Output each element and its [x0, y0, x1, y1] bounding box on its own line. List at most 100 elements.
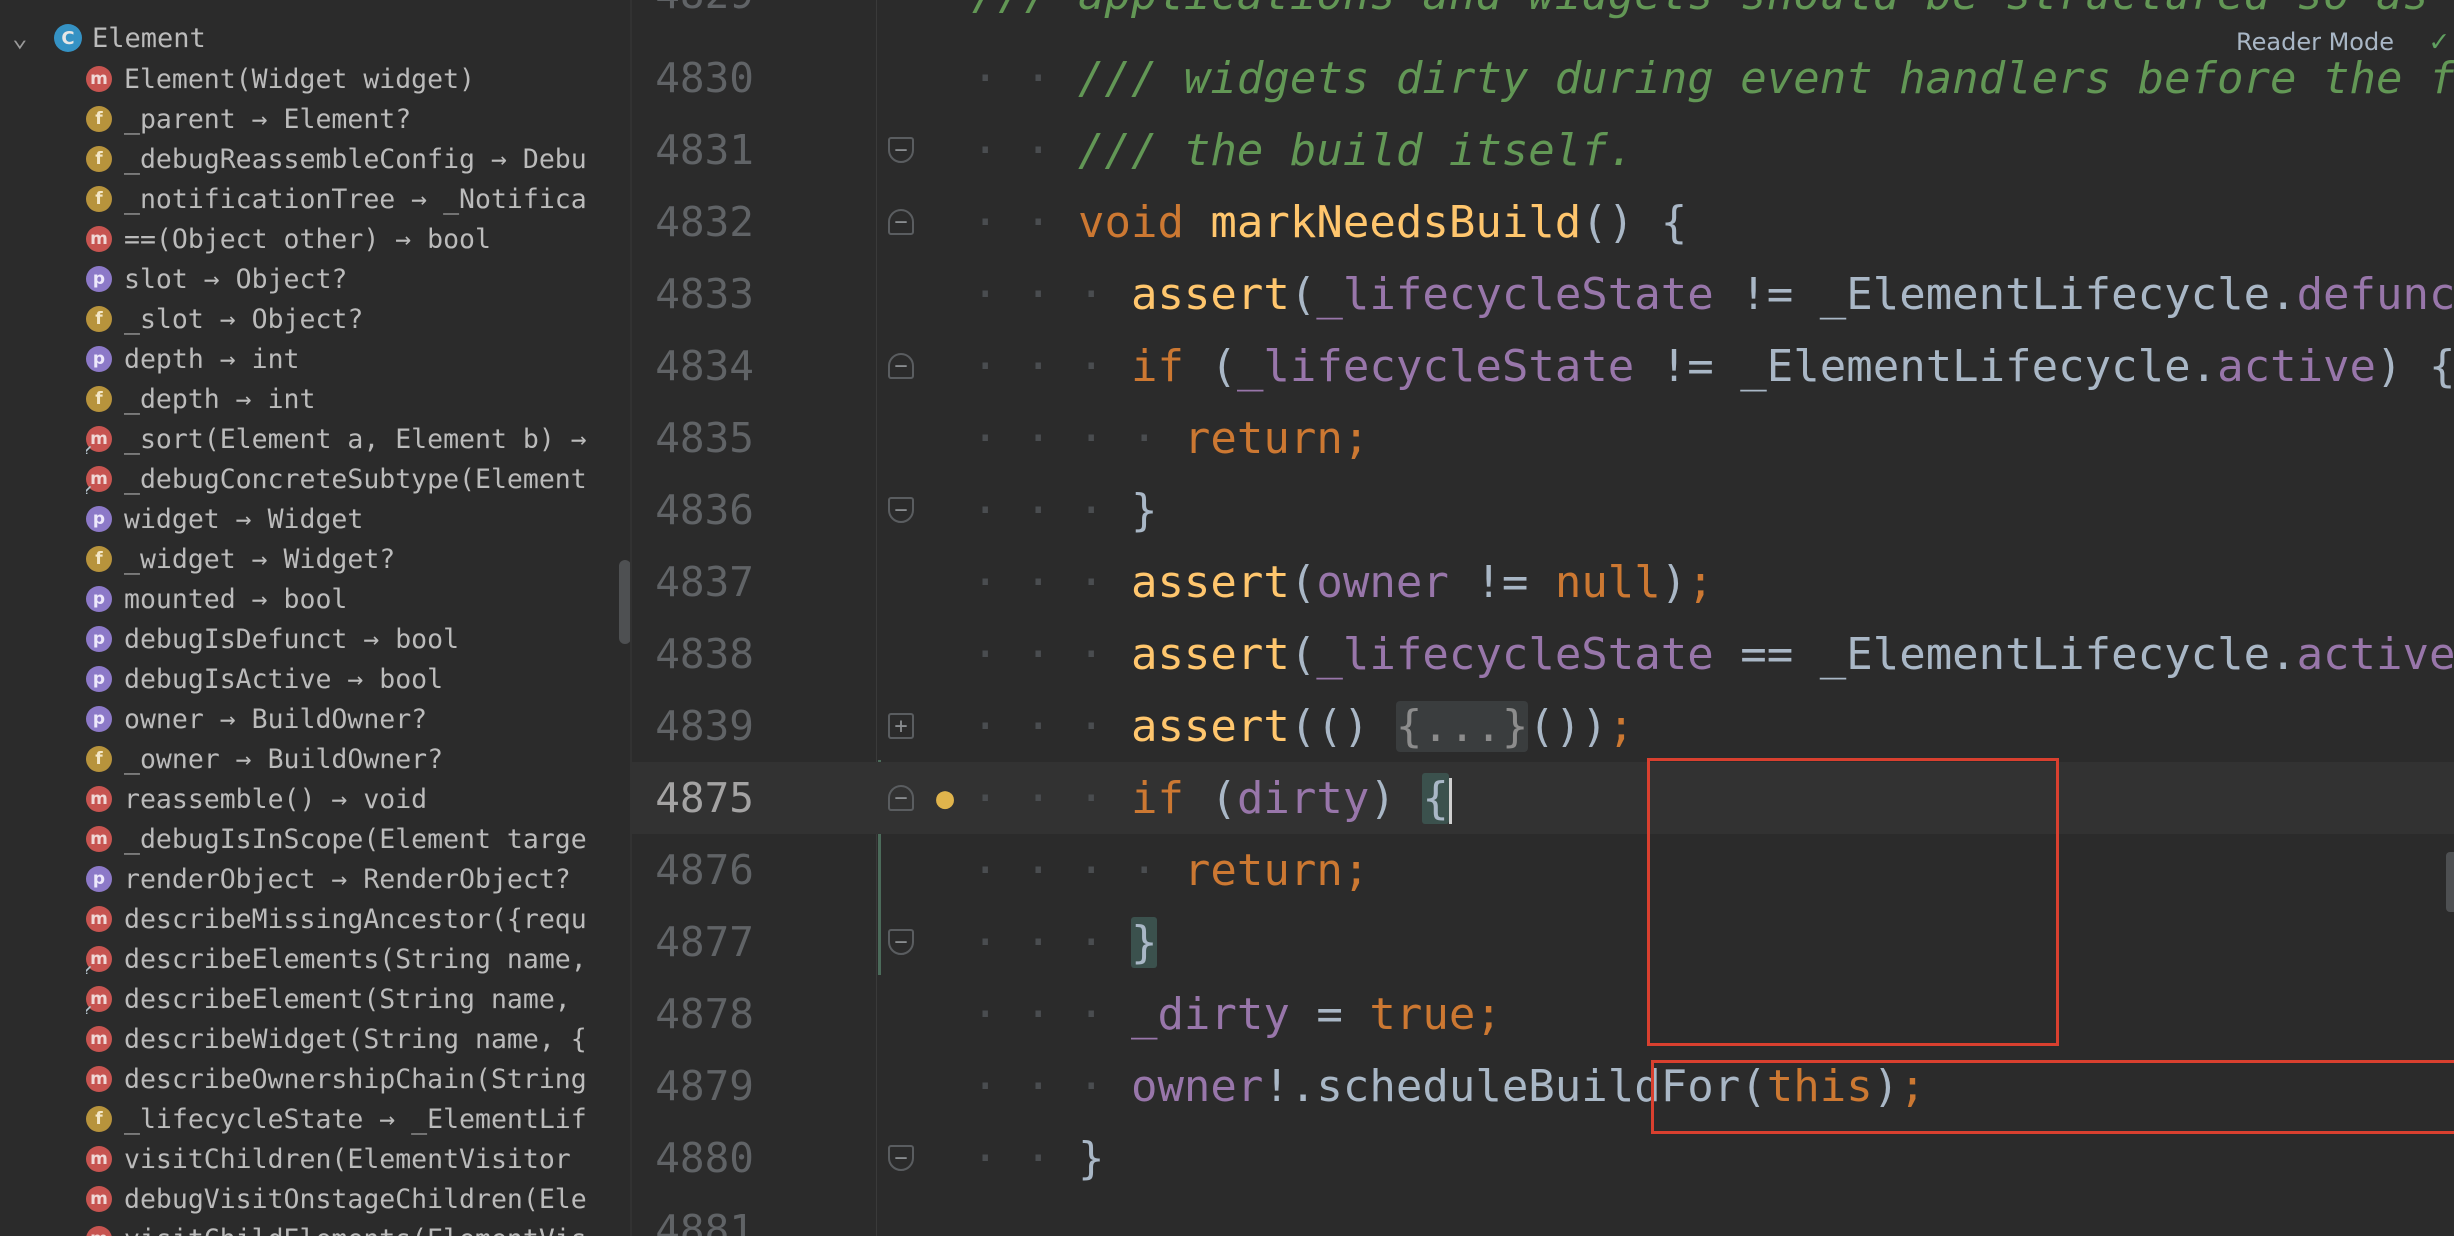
line-number[interactable]: 4835 — [634, 414, 754, 462]
member-item[interactable]: p renderObject → RenderObject? — [86, 859, 616, 899]
code-editor[interactable]: 4829 /// applications and widgets should … — [632, 0, 2454, 1236]
member-item[interactable]: f _debugReassembleConfig → Debu — [86, 139, 616, 179]
line-number[interactable]: 4876 — [634, 846, 754, 894]
code-text[interactable]: · · · · return; — [972, 413, 1369, 464]
member-item[interactable]: m describeOwnershipChain(String — [86, 1059, 616, 1099]
member-item[interactable]: f _widget → Widget? — [86, 539, 616, 579]
line-number[interactable]: 4881 — [634, 1206, 754, 1236]
code-text[interactable]: · · · assert(_lifecycleState != _Element… — [972, 269, 2454, 320]
member-item[interactable]: m ↙ describeElement(String name, — [86, 979, 616, 1019]
collapse-fold-icon[interactable]: − — [888, 929, 914, 955]
collapse-fold-icon[interactable]: − — [888, 353, 914, 379]
code-line[interactable]: 4837 · · · assert(owner != null); — [632, 546, 2454, 618]
member-item[interactable]: m debugVisitOnstageChildren(Ele — [86, 1179, 616, 1219]
member-item[interactable]: m reassemble() → void — [86, 779, 616, 819]
code-text[interactable]: · · · · return; — [972, 845, 1369, 896]
code-line[interactable]: 4836 − · · · } — [632, 474, 2454, 546]
code-text[interactable]: · · /// widgets dirty during event handl… — [972, 53, 2454, 104]
code-text[interactable]: · · · if (_lifecycleState != _ElementLif… — [972, 341, 2454, 392]
line-number[interactable]: 4837 — [634, 558, 754, 606]
code-line[interactable]: 4829 /// applications and widgets should … — [632, 0, 2454, 30]
code-line[interactable]: 4877 − · · · } — [632, 906, 2454, 978]
line-number[interactable]: 4879 — [634, 1062, 754, 1110]
check-icon[interactable]: ✓ — [2430, 24, 2448, 59]
code-line[interactable]: 4878 · · · _dirty = true; — [632, 978, 2454, 1050]
member-item[interactable]: m ↙ describeElements(String name, — [86, 939, 616, 979]
line-number[interactable]: 4834 — [634, 342, 754, 390]
line-number[interactable]: 4838 — [634, 630, 754, 678]
member-item[interactable]: p debugIsDefunct → bool — [86, 619, 616, 659]
member-item[interactable]: p slot → Object? — [86, 259, 616, 299]
chevron-down-icon[interactable]: ⌄ — [12, 23, 44, 53]
code-line[interactable]: 4834 − · · · if (_lifecycleState != _Eleme… — [632, 330, 2454, 402]
line-number[interactable]: 4878 — [634, 990, 754, 1038]
member-item[interactable]: f _parent → Element? — [86, 99, 616, 139]
member-item[interactable]: p depth → int — [86, 339, 616, 379]
line-number[interactable]: 4831 — [634, 126, 754, 174]
member-item[interactable]: f _lifecycleState → _ElementLif — [86, 1099, 616, 1139]
member-item[interactable]: m _debugIsInScope(Element targe — [86, 819, 616, 859]
code-line[interactable]: 4833 · · · assert(_lifecycleState != _Ele… — [632, 258, 2454, 330]
member-label: owner → BuildOwner? — [124, 703, 428, 735]
line-number[interactable]: 4830 — [634, 54, 754, 102]
line-number[interactable]: 4836 — [634, 486, 754, 534]
code-text[interactable]: · · · assert(() {...}()); — [972, 700, 1634, 752]
member-item[interactable]: f _owner → BuildOwner? — [86, 739, 616, 779]
code-text[interactable]: · · · assert(_lifecycleState == _Element… — [972, 629, 2454, 680]
member-item[interactable]: p owner → BuildOwner? — [86, 699, 616, 739]
line-number[interactable]: 4839 — [634, 702, 754, 750]
code-line[interactable]: 4831 − · · /// the build itself. — [632, 114, 2454, 186]
code-line[interactable]: 4830 · · /// widgets dirty during event h… — [632, 42, 2454, 114]
code-text[interactable]: · · · _dirty = true; — [972, 989, 1502, 1040]
member-item[interactable]: f _notificationTree → _Notifica — [86, 179, 616, 219]
code-text[interactable]: · · /// the build itself. — [972, 125, 1634, 176]
line-number[interactable]: 4833 — [634, 270, 754, 318]
member-item[interactable]: p mounted → bool — [86, 579, 616, 619]
code-text[interactable]: · · · assert(owner != null); — [972, 557, 1714, 608]
line-number[interactable]: 4877 — [634, 918, 754, 966]
code-line[interactable]: 4832 − · · void markNeedsBuild() { — [632, 186, 2454, 258]
member-item[interactable]: m Element(Widget widget) — [86, 59, 616, 99]
line-number[interactable]: 4829 — [634, 0, 754, 18]
code-text[interactable]: · · · } — [972, 916, 1158, 968]
expand-fold-icon[interactable]: + — [888, 713, 914, 739]
reader-mode-toggle[interactable]: Reader Mode — [2236, 28, 2394, 56]
line-number[interactable]: 4880 — [634, 1134, 754, 1182]
collapse-fold-icon[interactable]: − — [888, 137, 914, 163]
code-text[interactable]: · · · if (dirty) { — [972, 772, 1452, 824]
code-line[interactable]: 4881 — [632, 1194, 2454, 1236]
member-item[interactable]: f _depth → int — [86, 379, 616, 419]
member-item[interactable]: p widget → Widget — [86, 499, 616, 539]
member-item[interactable]: m describeWidget(String name, { — [86, 1019, 616, 1059]
code-text[interactable]: · · } — [972, 1133, 1104, 1184]
collapse-fold-icon[interactable]: − — [888, 497, 914, 523]
member-item[interactable]: p debugIsActive → bool — [86, 659, 616, 699]
member-item[interactable]: m ==(Object other) → bool — [86, 219, 616, 259]
code-text[interactable]: /// applications and widgets should be s… — [972, 0, 2429, 20]
code-line[interactable]: 4835 · · · · return; — [632, 402, 2454, 474]
code-text[interactable]: · · · } — [972, 485, 1157, 536]
member-item[interactable]: f _slot → Object? — [86, 299, 616, 339]
collapse-fold-icon[interactable]: − — [888, 1145, 914, 1171]
code-line[interactable]: 4876 · · · · return; — [632, 834, 2454, 906]
member-item[interactable]: m describeMissingAncestor({requ — [86, 899, 616, 939]
code-line[interactable]: 4838 · · · assert(_lifecycleState == _Ele… — [632, 618, 2454, 690]
member-label: _lifecycleState → _ElementLif — [124, 1103, 587, 1135]
tree-root-element[interactable]: ⌄ C Element — [12, 18, 206, 58]
code-token: != _ElementLifecycle. — [1713, 268, 2297, 320]
code-line[interactable]: 4875 − ● · · · if (dirty) { — [632, 762, 2454, 834]
member-label: reassemble() → void — [124, 783, 428, 815]
member-item[interactable]: m visitChildren(ElementVisitor — [86, 1139, 616, 1179]
member-item[interactable]: m ↙ _debugConcreteSubtype(Element — [86, 459, 616, 499]
member-item[interactable]: m ↙ _sort(Element a, Element b) → — [86, 419, 616, 459]
member-item[interactable]: m visitChildElements(ElementVis — [86, 1219, 616, 1236]
line-number[interactable]: 4832 — [634, 198, 754, 246]
line-number[interactable]: 4875 — [634, 774, 754, 822]
code-token: owner — [1316, 556, 1449, 608]
scroll-marker[interactable] — [2446, 852, 2454, 912]
code-line[interactable]: 4839 + · · · assert(() {...}()); — [632, 690, 2454, 762]
lightbulb-icon[interactable]: ● — [936, 781, 954, 816]
collapse-fold-icon[interactable]: − — [888, 785, 914, 811]
code-text[interactable]: · · void markNeedsBuild() { — [972, 197, 1687, 248]
collapse-fold-icon[interactable]: − — [888, 209, 914, 235]
